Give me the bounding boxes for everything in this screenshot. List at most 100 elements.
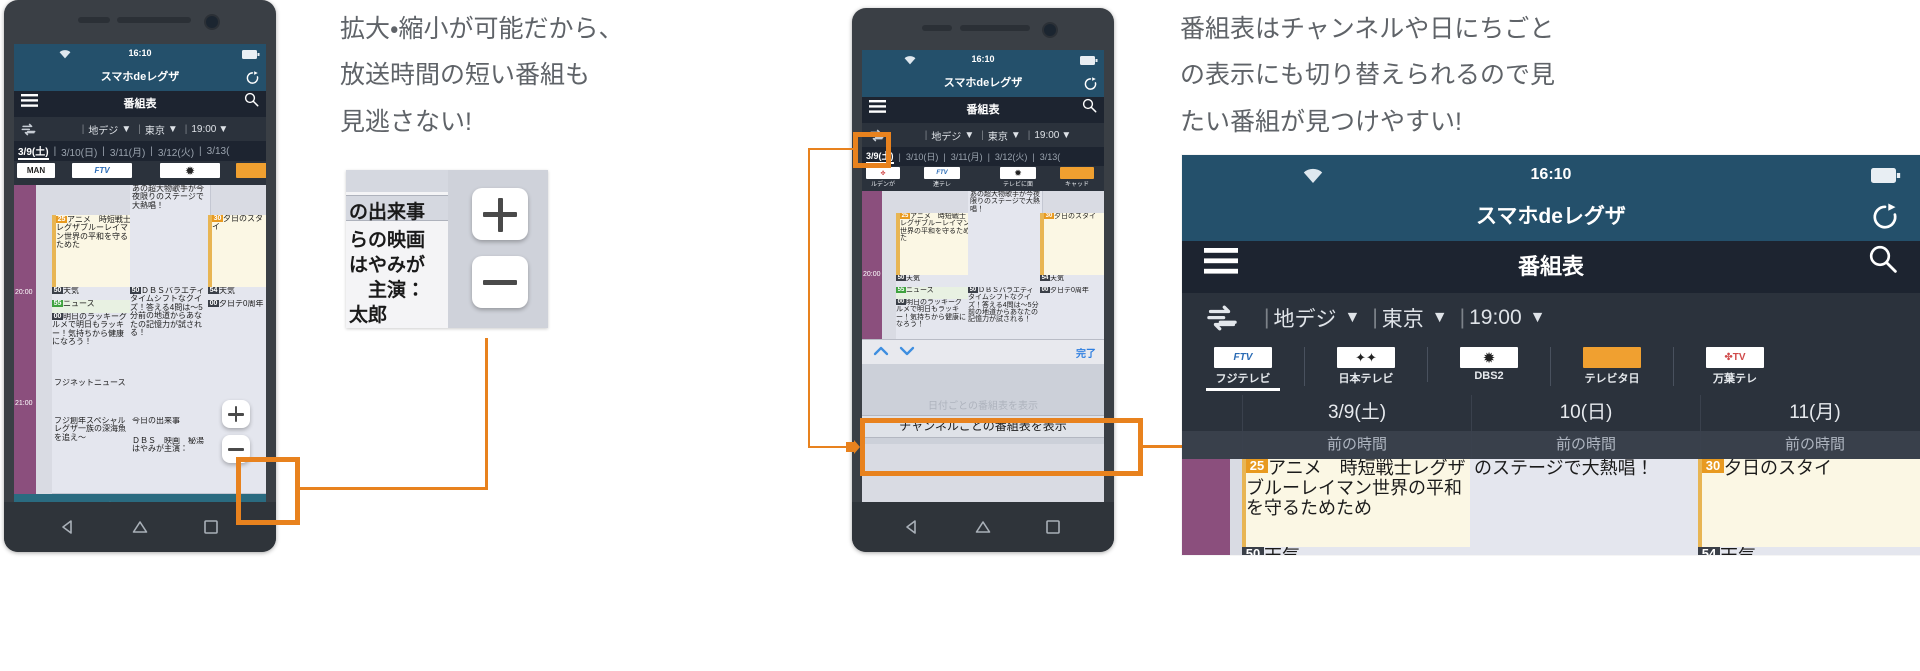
channel-tab-2[interactable]: ✹ DBS2 <box>1427 347 1550 382</box>
program-cell[interactable]: 25 アニメ 時短戦士レグザブルーレイマン世界の平和を守るためた <box>896 213 973 276</box>
filter-time-select[interactable]: 19:00 <box>1034 130 1059 141</box>
channel-cell[interactable]: FTV <box>58 163 146 178</box>
layout-toggle-icon[interactable] <box>20 121 37 138</box>
hamburger-menu-icon[interactable] <box>869 97 886 123</box>
date-tab-1[interactable]: 3/10(日) <box>906 150 939 163</box>
program-grid[interactable]: 20:00 25 アニメ 時短戦士レグザブルーレイマン世界の平和を守るためた 50… <box>862 191 1104 339</box>
program-cell[interactable]: あの超大物歌手が今夜限りのステージで大熱唱！ <box>968 191 1043 288</box>
reload-icon[interactable] <box>1870 202 1900 232</box>
front-camera-icon <box>1042 22 1058 38</box>
home-nav-icon[interactable] <box>132 519 148 535</box>
hamburger-menu-icon[interactable] <box>1204 241 1238 293</box>
filter-type-caret[interactable]: ▼ <box>121 124 131 135</box>
filter-type-select[interactable]: 地デジ <box>931 128 961 143</box>
channel-cell[interactable]: ✤ ルデンが <box>862 167 904 188</box>
prev-time-button-0[interactable]: 前の時間 <box>1242 431 1471 459</box>
search-icon[interactable] <box>244 91 259 117</box>
filter-area-select[interactable]: 東京 <box>988 128 1008 143</box>
filter-time-select[interactable]: 19:00 <box>1469 306 1522 330</box>
layout-toggle-icon[interactable] <box>1204 300 1240 336</box>
program-cell[interactable]: 25 アニメ 時短戦士レグザブルーレイマン世界の平和を守るためため <box>1242 459 1475 548</box>
search-icon[interactable] <box>1868 241 1898 293</box>
filter-time-caret[interactable]: ▼ <box>1530 309 1546 327</box>
search-icon[interactable] <box>1082 97 1097 123</box>
program-cell[interactable]: 50天気 <box>52 287 131 301</box>
channel-cell[interactable] <box>234 163 266 178</box>
program-cell[interactable]: 今日の出来事 <box>130 417 211 438</box>
program-grid-enlarged[interactable]: 20:00 25アニメ 時短戦士レグザブルーレイマン世界の平和を守るためため 5… <box>1182 459 1920 555</box>
date-tab-3[interactable]: 3/12(火) <box>995 150 1028 163</box>
prev-time-button-1[interactable]: 前の時間 <box>1471 431 1700 459</box>
picker-prev-chevron-icon[interactable] <box>872 342 890 365</box>
filter-type-caret[interactable]: ▼ <box>964 130 974 141</box>
channel-cell[interactable]: MAN <box>14 163 58 178</box>
channel-cell[interactable]: キャッド <box>1056 167 1098 188</box>
back-nav-icon[interactable] <box>904 519 920 535</box>
program-cell[interactable]: あの超大物歌手が今夜限りのステージで大熱唱！ <box>130 185 211 288</box>
program-cell[interactable]: 30 夕日のスタイ <box>1698 459 1920 548</box>
filter-area-select[interactable]: 東京 <box>1382 303 1424 333</box>
date-tab-1[interactable]: 3/10(日) <box>61 144 97 159</box>
picker-done-button[interactable]: 完了 <box>1076 345 1096 360</box>
home-nav-icon[interactable] <box>975 519 991 535</box>
program-cell[interactable]: 25 アニメ 時短戦士レグザブルーレイマン世界の平和を守るためた <box>52 215 136 290</box>
filter-type-select[interactable]: 地デジ <box>1273 303 1336 333</box>
program-cell[interactable]: 30 夕日のスタイ <box>208 215 266 288</box>
date-column-1[interactable]: 10(日) <box>1471 395 1700 431</box>
program-cell[interactable]: 50 ＤＢＳバラエティ タイムシフトなクイズ！答える4問は～5分前の地道からあなた… <box>968 287 1041 339</box>
top-screen-bar[interactable]: トップ画面 <box>14 494 266 502</box>
program-cell[interactable]: 54天気 <box>1698 547 1920 555</box>
program-cell[interactable]: 55 ニュース <box>52 300 131 314</box>
date-tab-4[interactable]: 3/13( <box>207 146 230 157</box>
date-tab-2[interactable]: 3/11(月) <box>951 150 983 163</box>
recents-nav-icon[interactable] <box>1046 520 1060 534</box>
date-tab-4[interactable]: 3/13( <box>1040 152 1061 162</box>
channel-tab-1[interactable]: ✦✦ 日本テレビ <box>1304 347 1427 386</box>
filter-time-select[interactable]: 19:00 <box>191 124 216 135</box>
picker-option-0[interactable]: 日付ごとの番組表を表示 <box>862 364 1104 415</box>
hamburger-menu-icon[interactable] <box>21 91 38 117</box>
program-grid[interactable]: 20:00 21:00 25 アニメ 時短戦士レグザブルーレイマン世界の平和を守る… <box>14 185 266 494</box>
program-cell[interactable]: 50天気 <box>1242 547 1471 555</box>
filter-area-caret[interactable]: ▼ <box>168 124 178 135</box>
prev-time-button-2[interactable]: 前の時間 <box>1700 431 1920 459</box>
program-cell[interactable]: 30 夕日のスタイ <box>1040 213 1104 276</box>
channel-tab-4[interactable]: ✤TV 万葉テレ <box>1673 347 1796 386</box>
inset-zoom-in-button[interactable] <box>472 188 528 240</box>
filter-time-caret[interactable]: ▼ <box>218 124 228 135</box>
program-title: ニュース <box>63 300 95 308</box>
program-cell[interactable]: のステージで大熱唱！ <box>1470 459 1703 555</box>
channel-tab-3[interactable]: テレビタ日 <box>1550 347 1673 386</box>
program-cell[interactable]: 00 明日のラッキーグルメで明日もラッキー！気持ちから健康になろう！ <box>896 299 969 339</box>
program-cell[interactable]: 50 ＤＢＳバラエティ タイムシフトなクイズ！答える4問は～5分前の地道からあなた… <box>130 287 209 418</box>
date-tab-2[interactable]: 3/11(月) <box>110 144 145 159</box>
filter-area-caret[interactable]: ▼ <box>1011 130 1021 141</box>
program-cell[interactable]: 00 夕日テ0周年 <box>1040 287 1104 339</box>
program-minute: 50 <box>52 287 63 295</box>
program-cell[interactable]: 00 明日のラッキーグルメで明日もラッキー！気持ちから健康になろう！ <box>52 313 131 380</box>
zoom-in-button[interactable] <box>222 400 250 428</box>
inset-zoom-out-button[interactable] <box>472 256 528 308</box>
channel-cell[interactable]: ✹ <box>146 163 234 178</box>
channel-cell[interactable]: FTV 連テレ <box>904 167 980 188</box>
reload-icon[interactable] <box>245 70 260 85</box>
date-column-0[interactable]: 3/9(土) <box>1242 395 1471 431</box>
channel-tab-0[interactable]: FTV フジテレビ <box>1182 347 1304 391</box>
recents-nav-icon[interactable] <box>204 520 218 534</box>
program-cell[interactable]: フジネットニュース <box>52 379 133 418</box>
channel-cell[interactable]: ✹ テレビに面 <box>980 167 1056 188</box>
date-tab-3[interactable]: 3/12(火) <box>158 144 194 159</box>
filter-area-select[interactable]: 東京 <box>145 122 165 137</box>
program-cell[interactable]: 54天気 <box>208 287 266 301</box>
date-column-2[interactable]: 11(月) <box>1700 395 1920 431</box>
program-cell[interactable]: ＤＢＳ 映画 秘湯 はやみが主演： <box>130 437 211 494</box>
filter-type-select[interactable]: 地デジ <box>88 122 118 137</box>
program-cell[interactable]: フジ創年スペシャルレグザ一族の深海魚を追え～ <box>52 417 133 494</box>
date-tab-0[interactable]: 3/9(土) <box>18 143 49 160</box>
reload-icon[interactable] <box>1083 76 1098 91</box>
filter-time-caret[interactable]: ▼ <box>1061 130 1071 141</box>
filter-type-caret[interactable]: ▼ <box>1344 309 1360 327</box>
picker-next-chevron-icon[interactable] <box>898 342 916 365</box>
back-nav-icon[interactable] <box>60 519 76 535</box>
filter-area-caret[interactable]: ▼ <box>1432 309 1448 327</box>
